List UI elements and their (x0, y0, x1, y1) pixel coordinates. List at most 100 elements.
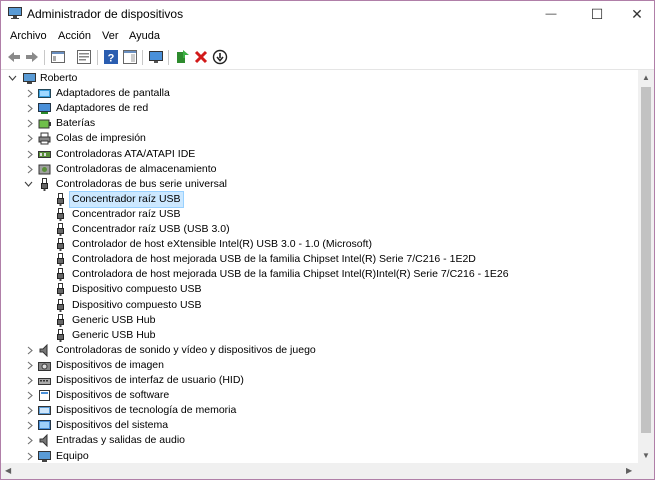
tree-device-item[interactable]: Controlador de host eXtensible Intel(R) … (1, 237, 637, 252)
disable-device-icon[interactable] (212, 49, 228, 65)
tree-device-item[interactable]: Dispositivo compuesto USB (1, 298, 637, 313)
help-icon[interactable]: ? (103, 49, 119, 65)
tree-category-item[interactable]: Colas de impresión (1, 131, 637, 146)
scroll-left-icon[interactable]: ◀ (5, 466, 11, 475)
tree-category-item[interactable]: Dispositivos de tecnología de memoria (1, 403, 637, 418)
chevron-right-icon[interactable] (25, 435, 34, 446)
chevron-right-icon[interactable] (25, 360, 34, 371)
menu-ayuda[interactable]: Ayuda (129, 30, 160, 42)
tree-category-item[interactable]: Adaptadores de pantalla (1, 86, 637, 101)
chevron-down-icon[interactable] (24, 179, 33, 190)
tree-root[interactable]: Roberto (1, 71, 637, 86)
action-pane-icon[interactable] (122, 49, 138, 65)
tree-category-item[interactable]: Dispositivos de software (1, 388, 637, 403)
update-driver-icon[interactable] (174, 49, 190, 65)
menu-ver[interactable]: Ver (102, 30, 119, 42)
tree-category-item[interactable]: Adaptadores de red (1, 101, 637, 116)
tree-category-item[interactable]: Controladoras ATA/ATAPI IDE (1, 147, 637, 162)
toolbar-separator (142, 50, 143, 65)
tree-item-label: Dispositivos de interfaz de usuario (HID… (56, 374, 244, 386)
device-manager-app-icon (8, 7, 22, 19)
tree-category-item[interactable]: Dispositivos de imagen (1, 358, 637, 373)
tree-category-item[interactable]: Controladoras de bus serie universal (1, 177, 637, 192)
toolbar-separator (97, 50, 98, 65)
vertical-scroll-thumb[interactable] (641, 87, 651, 433)
chevron-right-icon[interactable] (25, 133, 34, 144)
tree-device-item[interactable]: Controladora de host mejorada USB de la … (1, 252, 637, 267)
tree-device-item[interactable]: Generic USB Hub (1, 313, 637, 328)
chevron-right-icon[interactable] (25, 103, 34, 114)
scroll-down-icon[interactable]: ▼ (642, 451, 650, 460)
tree-item-label: Dispositivos del sistema (56, 419, 169, 432)
tree-item-label: Adaptadores de pantalla (56, 87, 170, 100)
forward-icon[interactable] (24, 49, 40, 65)
tree-item-label: Concentrador raíz USB (69, 190, 184, 208)
tree-item-label: Colas de impresión (56, 132, 146, 145)
device-tree[interactable]: Roberto Adaptadores de pantalla Adaptador… (1, 70, 637, 463)
tree-item-label: Adaptadores de red (56, 102, 149, 115)
computer-icon (38, 450, 51, 462)
tree-item-label: Concentrador raíz USB (USB 3.0) (72, 223, 230, 235)
show-hide-tree-icon[interactable] (50, 49, 66, 65)
properties-icon[interactable] (76, 49, 92, 65)
tree-device-item[interactable]: Concentrador raíz USB (USB 3.0) (1, 222, 637, 237)
scroll-up-icon[interactable]: ▲ (642, 73, 650, 82)
chevron-right-icon[interactable] (25, 375, 34, 386)
chevron-right-icon[interactable] (25, 164, 34, 175)
usb-icon (57, 207, 64, 221)
chevron-right-icon[interactable] (25, 149, 34, 160)
menu-bar: Archivo Acción Ver Ayuda (1, 27, 654, 47)
tree-device-item[interactable]: Concentrador raíz USB (1, 207, 637, 222)
tree-item-label: Entradas y salidas de audio (56, 434, 185, 447)
tree-item-label: Controlador de host eXtensible Intel(R) … (72, 238, 372, 251)
uninstall-icon[interactable] (193, 49, 209, 65)
printer-icon (38, 132, 51, 145)
back-icon[interactable] (6, 49, 22, 65)
tree-device-item[interactable]: Generic USB Hub (1, 328, 637, 343)
memory-device-icon (38, 406, 51, 416)
tree-item-label: Controladoras de almacenamiento (56, 162, 217, 175)
tree-category-item[interactable]: Baterías (1, 116, 637, 131)
close-button[interactable]: ✕ (614, 1, 654, 27)
menu-archivo[interactable]: Archivo (10, 30, 47, 42)
chevron-down-icon[interactable] (8, 73, 17, 84)
tree-item-label: Generic USB Hub (72, 328, 156, 341)
tree-category-item[interactable]: Entradas y salidas de audio (1, 433, 637, 448)
chevron-right-icon[interactable] (25, 420, 34, 431)
chevron-right-icon[interactable] (25, 405, 34, 416)
toolbar: ? (1, 47, 654, 70)
chevron-right-icon[interactable] (25, 345, 34, 356)
system-device-icon (38, 420, 51, 431)
tree-device-item[interactable]: Dispositivo compuesto USB (1, 282, 637, 297)
horizontal-scrollbar[interactable]: ◀ ▶ (1, 463, 638, 479)
chevron-right-icon[interactable] (25, 88, 34, 99)
chevron-right-icon[interactable] (25, 390, 34, 401)
tree-category-item[interactable]: Equipo (1, 449, 637, 464)
minimize-icon: — (545, 8, 557, 20)
usb-icon (57, 268, 64, 282)
ide-controller-icon (38, 150, 51, 158)
hid-icon (38, 378, 51, 385)
chevron-right-icon[interactable] (25, 451, 34, 462)
menu-accion[interactable]: Acción (58, 30, 91, 42)
tree-item-label: Dispositivo compuesto USB (72, 283, 202, 296)
tree-category-item[interactable]: Dispositivos del sistema (1, 418, 637, 433)
tree-item-label: Generic USB Hub (72, 313, 156, 326)
usb-icon (41, 177, 48, 191)
tree-category-item[interactable]: Controladoras de sonido y vídeo y dispos… (1, 343, 637, 358)
usb-icon (57, 253, 64, 267)
vertical-scrollbar[interactable]: ▲ ▼ (638, 70, 654, 463)
tree-item-label: Dispositivos de software (56, 389, 170, 402)
tree-device-item[interactable]: Controladora de host mejorada USB de la … (1, 267, 637, 282)
computer-icon (23, 73, 36, 84)
svg-text:?: ? (108, 53, 115, 65)
monitor-icon[interactable] (148, 49, 164, 65)
usb-icon (57, 223, 64, 236)
minimize-button[interactable]: — (528, 1, 574, 27)
tree-device-item[interactable]: Concentrador raíz USB (1, 190, 637, 208)
tree-root-label: Roberto (40, 72, 78, 84)
scroll-right-icon[interactable]: ▶ (626, 466, 632, 475)
tree-category-item[interactable]: Dispositivos de interfaz de usuario (HID… (1, 373, 637, 388)
chevron-right-icon[interactable] (25, 118, 34, 129)
tree-category-item[interactable]: Controladoras de almacenamiento (1, 162, 637, 177)
